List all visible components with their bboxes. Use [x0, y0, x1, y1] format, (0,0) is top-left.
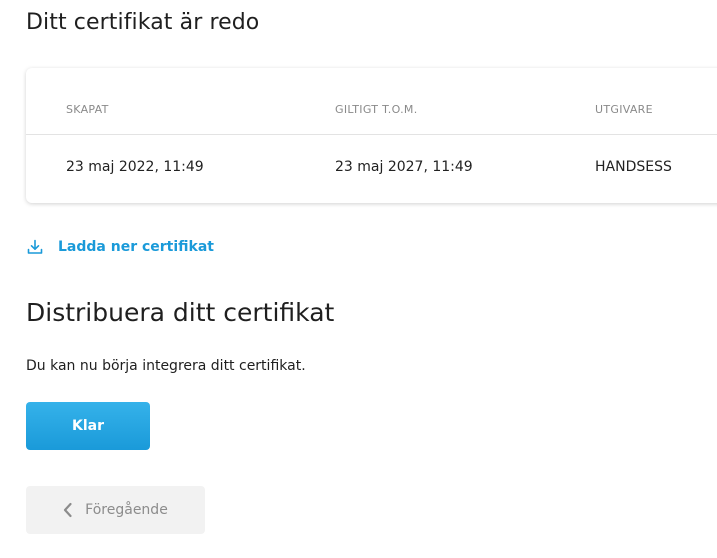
download-icon	[26, 238, 44, 256]
chevron-left-icon	[63, 502, 85, 518]
certificate-ready-heading: Ditt certifikat är redo	[26, 10, 260, 35]
cell-created: 23 maj 2022, 11:49	[66, 159, 204, 175]
previous-button[interactable]: Föregående	[26, 486, 205, 534]
cell-valid-until: 23 maj 2027, 11:49	[335, 159, 473, 175]
cell-issuer: HANDSESS	[595, 159, 672, 175]
download-certificate-link[interactable]: Ladda ner certifikat	[26, 236, 214, 258]
certificate-table: SKAPAT GILTIGT T.O.M. UTGIVARE 23 maj 20…	[26, 68, 717, 203]
download-certificate-label: Ladda ner certifikat	[58, 239, 214, 255]
previous-button-label: Föregående	[85, 502, 168, 518]
page: Ditt certifikat är redo SKAPAT GILTIGT T…	[0, 0, 717, 558]
column-header-valid-until: GILTIGT T.O.M.	[335, 103, 418, 116]
done-button[interactable]: Klar	[26, 402, 150, 450]
column-header-issuer: UTGIVARE	[595, 103, 653, 116]
distribute-heading: Distribuera ditt certifikat	[26, 298, 335, 327]
distribute-description: Du kan nu börja integrera ditt certifika…	[26, 358, 306, 374]
table-header-row: SKAPAT GILTIGT T.O.M. UTGIVARE	[26, 68, 717, 135]
column-header-created: SKAPAT	[66, 103, 109, 116]
table-row: 23 maj 2022, 11:49 23 maj 2027, 11:49 HA…	[26, 135, 717, 203]
